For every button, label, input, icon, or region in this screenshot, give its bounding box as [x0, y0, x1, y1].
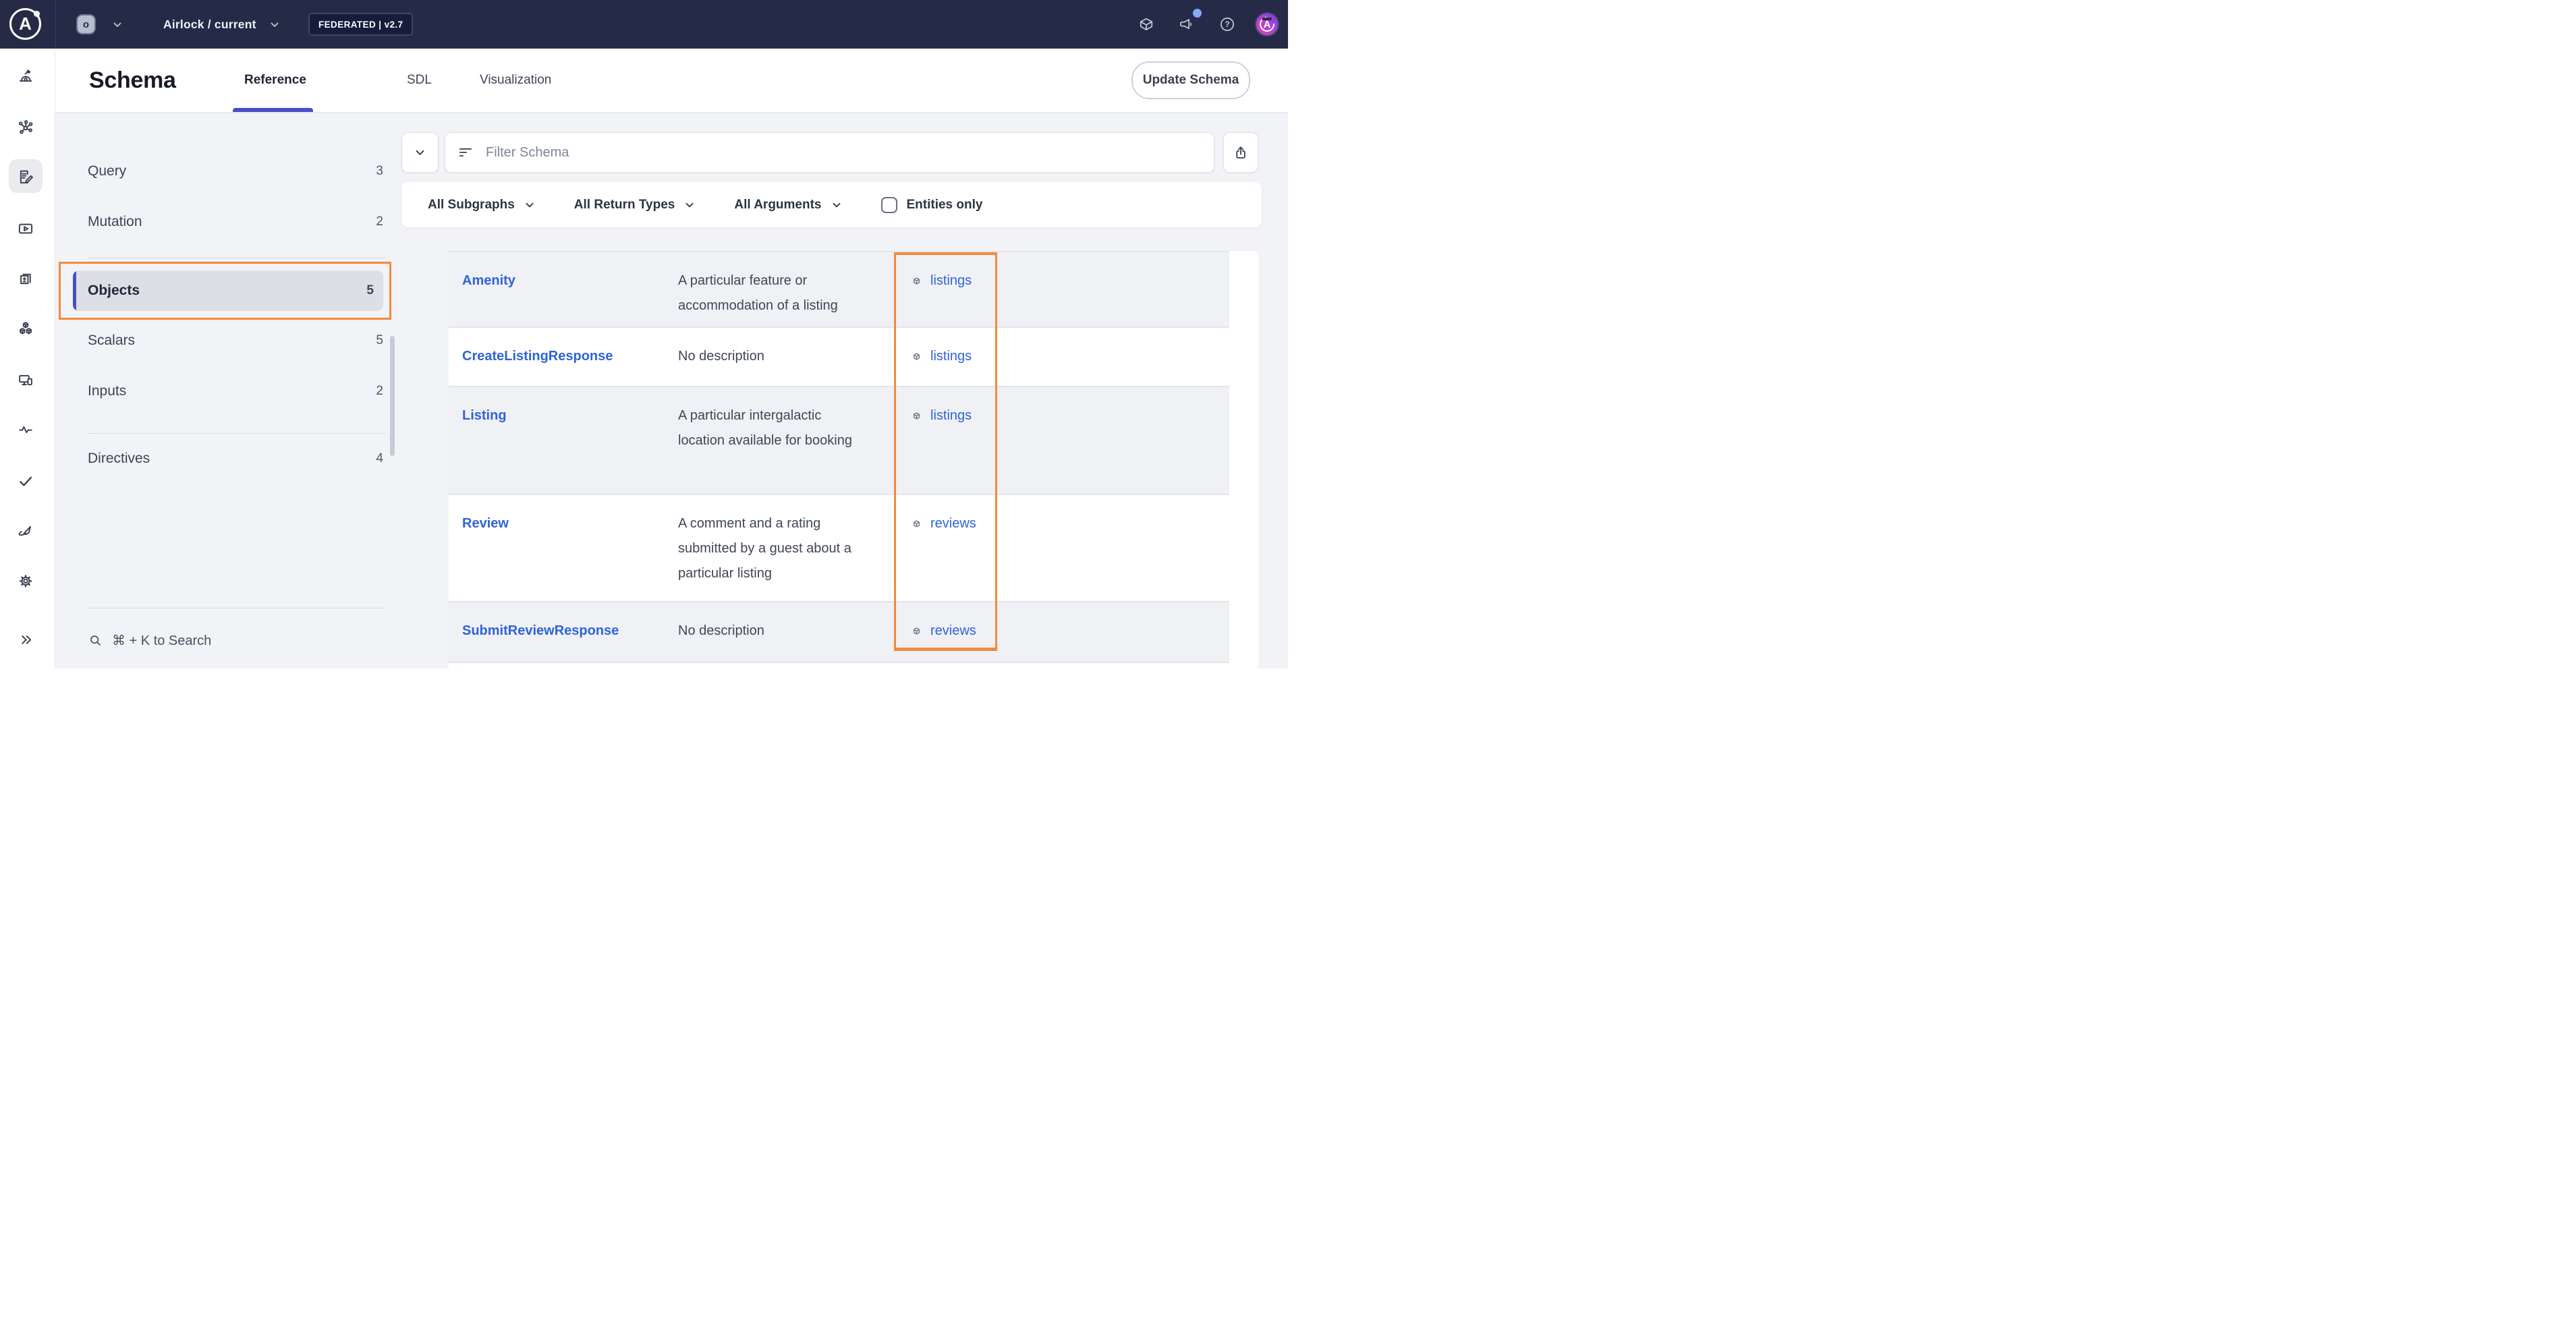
- type-link[interactable]: Amenity: [462, 268, 678, 293]
- table-row: CreateListingResponse No description lis…: [449, 328, 1229, 387]
- launches-rocket-icon[interactable]: [17, 522, 34, 540]
- nav-item-objects-selected[interactable]: Objects 5: [73, 271, 383, 311]
- type-link[interactable]: CreateListingResponse: [462, 344, 678, 369]
- home-observatory-icon[interactable]: [17, 67, 34, 85]
- operations-diff-cards-icon[interactable]: [17, 270, 34, 287]
- nav-count-objects: 5: [366, 283, 374, 298]
- type-description: A comment and a rating submitted by a gu…: [678, 511, 909, 586]
- table-row: Amenity A particular feature or accommod…: [449, 252, 1229, 328]
- subgraph-cube-icon: [909, 516, 924, 532]
- nav-divider: [88, 433, 386, 434]
- help-icon[interactable]: ?: [1219, 16, 1236, 33]
- search-icon: [88, 633, 103, 648]
- org-chevron-down-icon[interactable]: [111, 19, 123, 31]
- filters-bar: All Subgraphs All Return Types All Argum…: [401, 182, 1262, 227]
- search-shortcut-label: ⌘ + K to Search: [112, 632, 211, 649]
- selected-accent-bar: [73, 271, 76, 311]
- apollo-logo-icon[interactable]: A: [9, 8, 41, 40]
- tab-visualization[interactable]: Visualization: [480, 49, 551, 112]
- type-link[interactable]: Review: [462, 511, 678, 536]
- filter-schema-input[interactable]: [445, 132, 1214, 173]
- expand-sidebar-chevrons-icon[interactable]: [17, 631, 34, 648]
- table-row: Listing A particular intergalactic locat…: [449, 387, 1229, 495]
- nav-item-directives[interactable]: Directives 4: [73, 445, 385, 472]
- type-link[interactable]: SubmitReviewResponse: [462, 619, 678, 644]
- type-description: No description: [678, 619, 909, 644]
- subgraph-link[interactable]: reviews: [930, 619, 976, 644]
- update-schema-button[interactable]: Update Schema: [1131, 61, 1250, 99]
- logo-letter: A: [9, 8, 41, 40]
- app-window: A o Airlock / current FEDERATED | v2.7 ?…: [0, 0, 1288, 668]
- nav-item-inputs[interactable]: Inputs 2: [73, 378, 385, 405]
- filter-options-dropdown[interactable]: [401, 132, 439, 173]
- nav-count-inputs: 2: [376, 384, 383, 399]
- all-arguments-dropdown[interactable]: All Arguments: [734, 198, 841, 212]
- table-row: SubmitReviewResponse No description revi…: [449, 602, 1229, 663]
- nav-count-mutation: 2: [376, 215, 383, 229]
- tab-sdl[interactable]: SDL: [407, 49, 432, 112]
- type-description: No description: [678, 344, 909, 369]
- svg-text:?: ?: [1225, 20, 1229, 29]
- federated-version-badge: FEDERATED | v2.7: [308, 13, 413, 36]
- tab-reference[interactable]: Reference: [244, 49, 306, 112]
- filter-schema-field: [445, 132, 1214, 173]
- page-header: Schema Reference SDL Visualization Updat…: [55, 49, 1288, 113]
- graduation-cap-icon: [1262, 18, 1272, 20]
- announcements-megaphone-icon[interactable]: [1177, 16, 1195, 33]
- explorer-play-icon[interactable]: [17, 220, 34, 237]
- subgraph-link[interactable]: listings: [930, 344, 972, 369]
- nav-count-directives: 4: [376, 451, 383, 466]
- type-description: A particular feature or accommodation of…: [678, 268, 909, 318]
- subgraph-cube-icon: [909, 273, 924, 289]
- nav-item-query[interactable]: Query 3: [73, 158, 385, 185]
- nav-item-scalars[interactable]: Scalars 5: [73, 327, 385, 354]
- changelog-document-icon[interactable]: [17, 168, 34, 186]
- all-return-types-dropdown[interactable]: All Return Types: [574, 198, 696, 212]
- top-bar: A o Airlock / current FEDERATED | v2.7 ?…: [0, 0, 1288, 49]
- share-export-icon: [1233, 144, 1249, 161]
- user-avatar[interactable]: A: [1255, 12, 1279, 36]
- entities-only-label: Entities only: [907, 198, 983, 212]
- checks-checkmark-icon[interactable]: [17, 472, 34, 490]
- settings-gear-icon[interactable]: [17, 572, 34, 590]
- nav-count-scalars: 5: [376, 333, 383, 348]
- clients-devices-icon[interactable]: [17, 371, 34, 389]
- graph-chevron-down-icon[interactable]: [269, 19, 281, 31]
- schema-search-shortcut[interactable]: ⌘ + K to Search: [88, 627, 211, 654]
- chevron-down-icon: [684, 200, 695, 210]
- types-table: Amenity A particular feature or accommod…: [449, 251, 1258, 668]
- chevron-down-icon: [831, 200, 842, 210]
- entities-only-checkbox[interactable]: [881, 197, 897, 213]
- graph-variant-selector[interactable]: Airlock / current: [163, 0, 256, 49]
- org-avatar-badge[interactable]: o: [76, 14, 96, 34]
- page-title: Schema: [89, 49, 176, 112]
- topbar-divider: [55, 0, 56, 49]
- nav-count-query: 3: [376, 164, 383, 179]
- notification-dot: [1193, 9, 1202, 18]
- subgraphs-cubes-icon[interactable]: [17, 320, 34, 337]
- package-icon[interactable]: [1138, 16, 1155, 33]
- subgraph-link[interactable]: listings: [930, 403, 972, 428]
- subgraph-cube-icon: [909, 349, 924, 364]
- subgraph-cube-icon: [909, 623, 924, 639]
- schema-graph-icon[interactable]: [17, 119, 34, 136]
- type-description: A particular intergalactic location avai…: [678, 403, 909, 453]
- nav-item-mutation[interactable]: Mutation 2: [73, 208, 385, 235]
- type-link[interactable]: Listing: [462, 403, 678, 428]
- insights-activity-icon[interactable]: [17, 421, 34, 438]
- table-row: Review A comment and a rating submitted …: [449, 495, 1229, 602]
- all-subgraphs-dropdown[interactable]: All Subgraphs: [428, 198, 535, 212]
- subgraph-link[interactable]: reviews: [930, 511, 976, 536]
- nav-scrollbar[interactable]: [390, 336, 395, 456]
- active-tab-underline: [233, 108, 313, 112]
- chevron-down-icon: [524, 200, 535, 210]
- subgraph-link[interactable]: listings: [930, 268, 972, 293]
- subgraph-cube-icon: [909, 408, 924, 424]
- avatar-letter: A: [1256, 13, 1278, 35]
- share-schema-button[interactable]: [1223, 132, 1258, 173]
- chevron-down-icon: [414, 146, 426, 159]
